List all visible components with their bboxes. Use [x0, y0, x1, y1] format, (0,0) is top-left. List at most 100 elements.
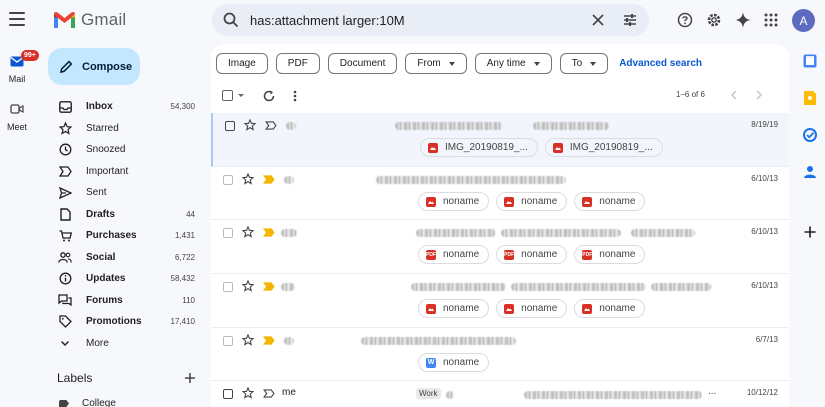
email-row[interactable]: 6/7/13 Wnoname — [211, 328, 789, 381]
redacted-text — [511, 283, 646, 291]
attachment-chip[interactable]: noname — [496, 299, 568, 318]
star-icon[interactable] — [242, 334, 254, 346]
add-label-icon[interactable] — [184, 372, 196, 384]
rail-mail-label: Mail — [8, 74, 26, 84]
email-select-checkbox[interactable] — [223, 336, 233, 346]
email-select-checkbox[interactable] — [223, 282, 233, 292]
gmail-m-icon — [54, 12, 75, 28]
search-bar[interactable]: has:attachment larger:10M — [212, 4, 649, 36]
attachment-chip[interactable]: IMG_20190819_... — [544, 138, 663, 157]
filter-chip-image[interactable]: Image — [216, 53, 268, 74]
attachment-chip[interactable]: noname — [418, 299, 490, 318]
star-icon[interactable] — [244, 119, 256, 131]
star-icon[interactable] — [242, 280, 254, 292]
nav-item-label: Promotions — [86, 316, 142, 328]
contacts-icon[interactable] — [800, 162, 820, 182]
email-row[interactable]: me Work... 10/12/12 — [211, 381, 789, 407]
email-row[interactable]: 8/19/19 IMG_20190819_... IMG_20190819_... — [211, 113, 789, 167]
search-input[interactable]: has:attachment larger:10M — [250, 13, 589, 28]
nav-item-drafts[interactable]: Drafts 44 — [48, 204, 200, 226]
main-menu-icon[interactable] — [9, 12, 25, 28]
nav-item-forums[interactable]: Forums 110 — [48, 290, 200, 312]
email-date: 6/10/13 — [751, 227, 778, 236]
help-icon[interactable] — [676, 10, 694, 30]
redacted-text — [446, 391, 454, 399]
keep-icon[interactable] — [800, 88, 820, 108]
important-marker-icon[interactable] — [265, 121, 277, 130]
nav-item-purchases[interactable]: Purchases 1,431 — [48, 225, 200, 247]
nav-item-more[interactable]: More — [48, 333, 200, 355]
redacted-text — [416, 229, 496, 237]
search-filter-chips: Image PDF Document From Any time To Advanced s… — [216, 53, 702, 74]
next-page-icon[interactable] — [754, 89, 764, 101]
pdf-file-icon: PDF — [504, 249, 515, 260]
important-icon — [58, 164, 72, 178]
rail-meet[interactable]: Meet — [0, 100, 34, 132]
attachment-chip[interactable]: noname — [574, 299, 646, 318]
star-icon[interactable] — [242, 387, 254, 399]
important-marker-icon[interactable] — [263, 228, 275, 237]
attachment-chip[interactable]: noname — [496, 192, 568, 211]
attachment-chip[interactable]: IMG_20190819_... — [420, 138, 538, 157]
filter-dropdown-from[interactable]: From — [405, 53, 467, 74]
tasks-icon[interactable] — [800, 125, 820, 145]
star-icon[interactable] — [242, 226, 254, 238]
image-file-icon — [428, 142, 438, 153]
email-row[interactable]: 6/10/13 noname noname noname — [211, 274, 789, 328]
select-all-checkbox[interactable] — [222, 90, 233, 101]
search-icon[interactable] — [222, 11, 240, 29]
email-row[interactable]: 6/10/13 PDF noname PDF noname PDF noname — [211, 220, 789, 274]
attachment-chip[interactable]: noname — [574, 192, 646, 211]
attachment-chip[interactable]: noname — [418, 192, 490, 211]
email-select-checkbox[interactable] — [223, 389, 233, 399]
attachment-chip[interactable]: PDF noname — [574, 245, 646, 264]
search-options-icon[interactable] — [621, 11, 639, 29]
label-college[interactable]: College — [59, 398, 116, 407]
nav-item-social[interactable]: Social 6,722 — [48, 247, 200, 269]
important-marker-icon[interactable] — [263, 389, 275, 398]
advanced-search-link[interactable]: Advanced search — [619, 58, 702, 69]
gemini-sparkle-icon[interactable] — [734, 10, 752, 30]
nav-item-starred[interactable]: Starred — [48, 118, 200, 140]
clear-search-icon[interactable] — [589, 11, 607, 29]
email-row[interactable]: 6/10/13 noname noname noname — [211, 167, 789, 220]
calendar-icon[interactable] — [800, 51, 820, 71]
important-marker-icon[interactable] — [263, 175, 275, 184]
more-vert-icon[interactable] — [292, 89, 298, 103]
gmail-logo[interactable]: Gmail — [54, 10, 126, 30]
label-chip[interactable]: Work — [416, 388, 441, 399]
attachment-chip[interactable]: PDF noname — [418, 245, 490, 264]
email-select-checkbox[interactable] — [225, 121, 235, 131]
pencil-icon — [60, 60, 73, 73]
nav-item-snoozed[interactable]: Snoozed — [48, 139, 200, 161]
draft-icon — [58, 207, 72, 221]
get-addons-plus-icon[interactable] — [800, 222, 820, 242]
refresh-icon[interactable] — [262, 89, 276, 103]
nav-item-sent[interactable]: Sent — [48, 182, 200, 204]
image-file-icon — [426, 303, 436, 314]
settings-gear-icon[interactable] — [705, 10, 723, 30]
prev-page-icon[interactable] — [729, 89, 739, 101]
nav-item-updates[interactable]: Updates 58,432 — [48, 268, 200, 290]
important-marker-icon[interactable] — [263, 336, 275, 345]
apps-grid-icon[interactable] — [762, 10, 780, 30]
important-marker-icon[interactable] — [263, 282, 275, 291]
nav-item-inbox[interactable]: Inbox 54,300 — [48, 96, 200, 118]
rail-mail[interactable]: 99+ Mail — [0, 50, 39, 84]
filter-chip-pdf[interactable]: PDF — [275, 53, 320, 74]
filter-chip-document[interactable]: Document — [327, 53, 398, 74]
email-select-checkbox[interactable] — [223, 228, 233, 238]
filter-dropdown-any-time[interactable]: Any time — [474, 53, 552, 74]
email-select-checkbox[interactable] — [223, 175, 233, 185]
redacted-text — [286, 122, 296, 130]
nav-item-promotions[interactable]: Promotions 17,410 — [48, 311, 200, 333]
attachment-chip[interactable]: PDF noname — [496, 245, 568, 264]
select-options-caret-icon[interactable] — [238, 94, 244, 97]
filter-dropdown-to[interactable]: To — [559, 53, 609, 74]
compose-button[interactable]: Compose — [48, 48, 140, 85]
star-icon[interactable] — [242, 173, 254, 185]
nav-item-important[interactable]: Important — [48, 161, 200, 183]
redacted-text — [284, 176, 294, 184]
pdf-file-icon: PDF — [582, 249, 593, 260]
attachment-chip[interactable]: Wnoname — [418, 353, 490, 372]
